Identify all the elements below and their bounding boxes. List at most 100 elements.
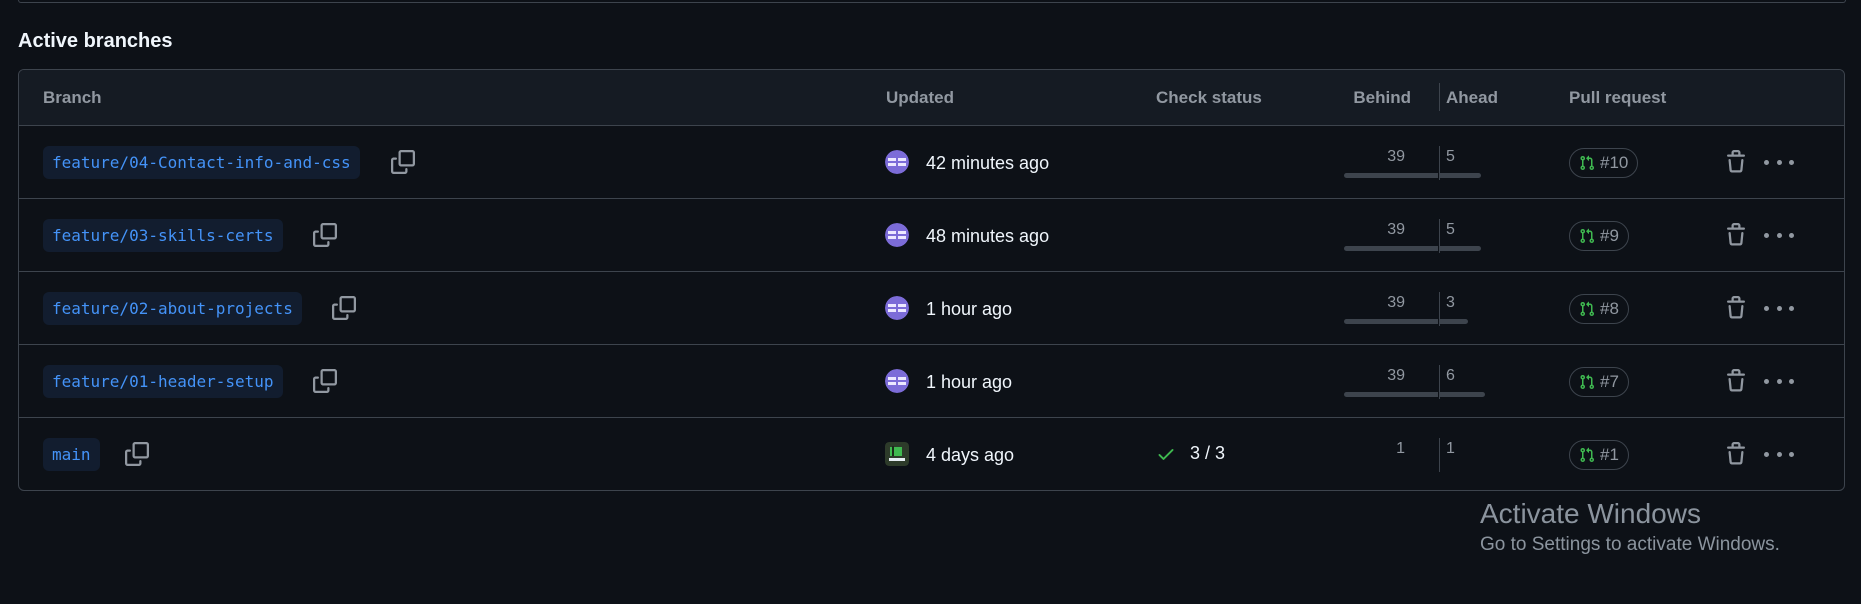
behind-count: 1	[1396, 440, 1405, 457]
git-pull-request-icon	[1580, 301, 1595, 317]
more-options-button[interactable]	[1764, 369, 1794, 393]
ahead-count: 5	[1446, 148, 1455, 165]
more-options-button[interactable]	[1764, 223, 1794, 247]
table-row: feature/03-skills-certs 48 minutes ago 3…	[19, 199, 1844, 272]
kebab-dot	[1789, 232, 1794, 238]
copy-icon	[332, 296, 356, 320]
updated-time: 4 days ago	[926, 445, 1015, 465]
updated-time: 1 hour ago	[926, 299, 1013, 319]
avatar[interactable]	[885, 296, 909, 320]
check-count: 3 / 3	[1190, 443, 1226, 463]
pull-request-number: #8	[1600, 299, 1619, 318]
table-row: feature/02-about-projects 1 hour ago 39 …	[19, 272, 1844, 345]
delete-branch-button[interactable]	[1724, 442, 1748, 466]
ahead-count: 5	[1446, 221, 1455, 238]
pull-request-link[interactable]: #8	[1569, 294, 1629, 324]
pull-request-number: #9	[1600, 226, 1619, 245]
header-ahead: Ahead	[1446, 88, 1498, 107]
trash-icon	[1727, 369, 1745, 392]
kebab-horizontal-icon	[1764, 451, 1769, 457]
copy-icon	[391, 150, 415, 174]
trash-icon	[1727, 223, 1745, 246]
check-icon	[1158, 448, 1174, 460]
branch-name-link[interactable]: feature/04-Contact-info-and-css	[43, 146, 360, 179]
pull-request-link[interactable]: #10	[1569, 148, 1639, 178]
avatar[interactable]	[885, 442, 909, 466]
more-options-button[interactable]	[1764, 150, 1794, 174]
kebab-horizontal-icon	[1764, 305, 1769, 311]
git-pull-request-icon	[1580, 228, 1595, 244]
kebab-horizontal-icon	[1764, 378, 1769, 384]
behind-ahead-divider	[1439, 438, 1440, 472]
behind-bar	[1344, 246, 1438, 251]
pull-request-number: #1	[1600, 445, 1619, 464]
user-avatar-icon	[885, 150, 909, 174]
kebab-dot	[1789, 451, 1794, 457]
updated-time: 48 minutes ago	[926, 226, 1050, 246]
copy-icon	[125, 442, 149, 466]
branch-name-link[interactable]: main	[43, 438, 100, 471]
header-pull-request: Pull request	[1569, 88, 1667, 107]
pull-request-link[interactable]: #1	[1569, 440, 1629, 470]
updated-time: 1 hour ago	[926, 372, 1013, 392]
watermark-subtitle: Go to Settings to activate Windows.	[1480, 534, 1780, 555]
table-row: main 4 days ago 3 / 3 1 1 #1	[19, 418, 1844, 490]
pull-request-link[interactable]: #9	[1569, 221, 1629, 251]
windows-activation-watermark: Activate Windows Go to Settings to activ…	[1480, 498, 1780, 556]
trash-icon	[1727, 442, 1745, 465]
updated-time: 42 minutes ago	[926, 153, 1050, 173]
user-avatar-icon	[885, 369, 909, 393]
copy-button[interactable]	[309, 219, 341, 251]
ahead-bar	[1440, 173, 1481, 178]
user-avatar-icon	[885, 223, 909, 247]
kebab-dot	[1776, 159, 1782, 165]
ahead-bar	[1440, 392, 1485, 397]
header-check-status: Check status	[1156, 88, 1262, 107]
avatar[interactable]	[885, 369, 909, 393]
behind-count: 39	[1387, 367, 1405, 384]
branch-name-link[interactable]: feature/02-about-projects	[43, 292, 302, 325]
git-pull-request-icon	[1580, 155, 1595, 171]
header-updated: Updated	[886, 88, 954, 107]
check-status[interactable]: 3 / 3	[1156, 443, 1225, 464]
behind-ahead-divider	[1439, 83, 1440, 111]
section-title: Active branches	[18, 30, 173, 52]
bot-avatar-icon	[885, 442, 909, 466]
delete-branch-button[interactable]	[1724, 296, 1748, 320]
more-options-button[interactable]	[1764, 296, 1794, 320]
copy-button[interactable]	[328, 292, 360, 324]
kebab-dot	[1789, 159, 1794, 165]
pull-request-number: #10	[1600, 153, 1629, 172]
kebab-horizontal-icon	[1764, 232, 1769, 238]
trash-icon	[1727, 150, 1745, 173]
header-branch: Branch	[43, 88, 102, 107]
header-behind: Behind	[1353, 88, 1411, 107]
ahead-count: 3	[1446, 294, 1455, 311]
delete-branch-button[interactable]	[1724, 369, 1748, 393]
trash-icon	[1727, 296, 1745, 319]
avatar[interactable]	[885, 150, 909, 174]
kebab-dot	[1789, 378, 1794, 384]
pull-request-link[interactable]: #7	[1569, 367, 1629, 397]
git-pull-request-icon	[1580, 374, 1595, 390]
avatar[interactable]	[885, 223, 909, 247]
table-row: feature/04-Contact-info-and-css 42 minut…	[19, 126, 1844, 199]
branch-name-link[interactable]: feature/03-skills-certs	[43, 219, 283, 252]
behind-bar	[1344, 173, 1438, 178]
kebab-dot	[1776, 451, 1782, 457]
copy-icon	[313, 223, 337, 247]
copy-button[interactable]	[309, 365, 341, 397]
copy-button[interactable]	[387, 146, 419, 178]
copy-button[interactable]	[121, 438, 153, 470]
more-options-button[interactable]	[1764, 442, 1794, 466]
table-row: feature/01-header-setup 1 hour ago 39 6 …	[19, 345, 1844, 418]
ahead-count: 1	[1446, 440, 1455, 457]
branch-name-link[interactable]: feature/01-header-setup	[43, 365, 283, 398]
delete-branch-button[interactable]	[1724, 150, 1748, 174]
kebab-dot	[1776, 232, 1782, 238]
kebab-dot	[1776, 378, 1782, 384]
kebab-horizontal-icon	[1764, 159, 1769, 165]
behind-count: 39	[1387, 221, 1405, 238]
behind-bar	[1344, 392, 1438, 397]
delete-branch-button[interactable]	[1724, 223, 1748, 247]
